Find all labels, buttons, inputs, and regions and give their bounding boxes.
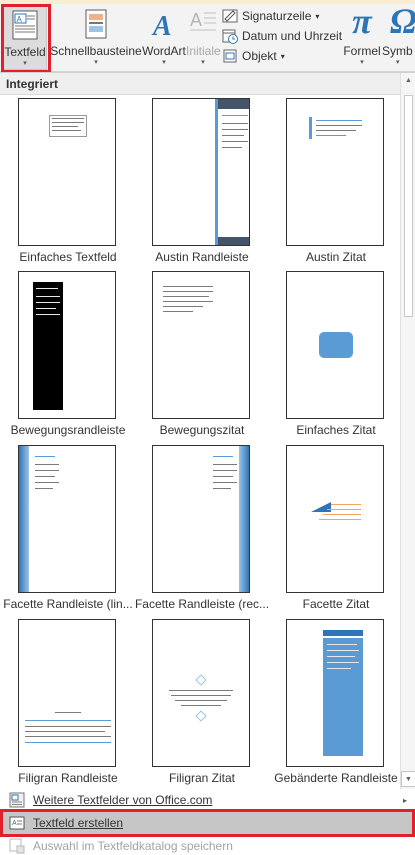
- pi-icon: π: [352, 1, 372, 41]
- thumbnail-page: [18, 445, 116, 593]
- gallery-scrollbar[interactable]: ▲ ▼: [400, 73, 415, 789]
- gallery-item-label: Facette Randleiste (rec...: [134, 597, 270, 611]
- signature-line-button[interactable]: Signaturzeile ▾: [222, 6, 319, 26]
- equation-dropdown-arrow[interactable]: ▾: [342, 58, 382, 66]
- highlight-frame-draw-textbox: [0, 809, 415, 837]
- gallery-item-facet-sidebar-left[interactable]: Facette Randleiste (lin...: [3, 445, 133, 635]
- svg-text:A: A: [190, 10, 202, 30]
- signature-line-label: Signaturzeile: [242, 9, 312, 23]
- gallery-item-label: Austin Randleiste: [155, 250, 249, 264]
- symbol-dropdown-arrow[interactable]: ▾: [396, 58, 415, 66]
- signature-line-arrow[interactable]: ▾: [315, 12, 319, 21]
- gallery-item-label: Facette Randleiste (lin...: [3, 597, 133, 611]
- insert-ribbon: A Textfeld ▾ Schnellbausteine ▾ A WordAr…: [0, 0, 415, 73]
- quick-parts-button[interactable]: Schnellbausteine ▾: [48, 6, 144, 70]
- save-selection-icon: [9, 838, 25, 854]
- gallery-item-austin-quote[interactable]: Austin Zitat: [272, 98, 400, 288]
- scroll-up-arrow-icon[interactable]: ▲: [401, 73, 415, 88]
- gallery-item-simple-quote[interactable]: Einfaches Zitat: [272, 271, 400, 461]
- svg-text:A: A: [151, 11, 172, 40]
- menu-save-selection[interactable]: Auswahl im Textfeldkatalog speichern: [0, 836, 415, 855]
- date-time-icon: [222, 28, 238, 44]
- gallery-item-motion-quote[interactable]: Bewegungszitat: [138, 271, 266, 461]
- gallery-group-header: Integriert: [0, 73, 400, 95]
- gallery-item-simple-textbox[interactable]: Einfaches Textfeld: [4, 98, 132, 288]
- gallery-item-austin-sidebar[interactable]: Austin Randleiste: [138, 98, 266, 288]
- quick-parts-dropdown-arrow[interactable]: ▾: [48, 58, 144, 66]
- highlight-frame-textbox: [1, 4, 51, 73]
- gallery-item-facet-quote[interactable]: Facette Zitat: [272, 445, 400, 635]
- gallery-item-label: Gebänderte Randleiste: [274, 771, 398, 785]
- wordart-label: WordArt: [142, 44, 186, 58]
- quick-parts-label: Schnellbausteine: [50, 44, 142, 58]
- equation-label: Formel: [343, 44, 381, 58]
- thumbnail-page: [18, 271, 116, 419]
- thumbnail-page: [286, 619, 384, 767]
- gallery-item-label: Bewegungszitat: [159, 423, 245, 437]
- symbol-label: Symb: [382, 44, 413, 58]
- thumbnail-page: [286, 98, 384, 246]
- gallery-item-label: Einfaches Zitat: [296, 423, 376, 437]
- thumbnail-page: [286, 445, 384, 593]
- gallery-item-filigree-sidebar[interactable]: Filigran Randleiste: [4, 619, 132, 809]
- gallery-item-filigree-quote[interactable]: Filigran Zitat: [138, 619, 266, 809]
- symbol-button[interactable]: Ω Symb ▾: [382, 6, 415, 70]
- date-time-button[interactable]: Datum und Uhrzeit: [222, 26, 342, 46]
- object-button[interactable]: Objekt ▾: [222, 46, 285, 66]
- gallery-item-label: Filigran Randleiste: [18, 771, 118, 785]
- dropcap-dropdown-arrow[interactable]: ▾: [186, 58, 220, 66]
- scroll-thumb[interactable]: [404, 95, 413, 317]
- gallery-item-motion-sidebar[interactable]: Bewegungsrandleiste: [4, 271, 132, 461]
- wordart-dropdown-arrow[interactable]: ▾: [140, 58, 188, 66]
- thumbnail-page: [286, 271, 384, 419]
- textbox-gallery: Integriert Einfaches Textfeld Austin Ran…: [0, 72, 415, 789]
- equation-button[interactable]: π Formel ▾: [342, 1, 382, 70]
- gallery-item-banded-sidebar[interactable]: Gebänderte Randleiste: [272, 619, 400, 809]
- gallery-item-label: Austin Zitat: [305, 250, 367, 264]
- thumbnail-page: [152, 271, 250, 419]
- scroll-down-arrow-icon[interactable]: ▼: [401, 771, 415, 787]
- office-textbox-icon: [9, 792, 25, 808]
- menu-more-textboxes-office[interactable]: Weitere Textfelder von Office.com ▸: [0, 789, 415, 811]
- dropcap-label: Initiale: [186, 44, 221, 58]
- gallery-item-label: Filigran Zitat: [168, 771, 236, 785]
- menu-save-selection-label: Auswahl im Textfeldkatalog speichern: [33, 838, 233, 853]
- gallery-item-facet-sidebar-right[interactable]: Facette Randleiste (rec...: [135, 445, 269, 635]
- omega-icon: Ω: [390, 6, 415, 41]
- dropcap-icon: A: [189, 8, 217, 43]
- gallery-item-label: Einfaches Textfeld: [19, 250, 117, 264]
- thumbnail-page: [152, 445, 250, 593]
- dropcap-button[interactable]: A Initiale ▾: [186, 6, 221, 70]
- thumbnail-page: [18, 619, 116, 767]
- thumbnail-page: [18, 98, 116, 246]
- object-label: Objekt: [242, 49, 277, 63]
- menu-more-textboxes-label: Weitere Textfelder von Office.com: [33, 793, 213, 807]
- date-time-label: Datum und Uhrzeit: [242, 29, 343, 43]
- submenu-chevron-icon: ▸: [402, 795, 407, 805]
- gallery-item-label: Facette Zitat: [302, 597, 370, 611]
- signature-line-icon: [222, 8, 238, 24]
- object-icon: [222, 48, 238, 64]
- quick-parts-icon: [83, 8, 109, 43]
- thumbnail-page: [152, 619, 250, 767]
- gallery-item-label: Bewegungsrandleiste: [10, 423, 126, 437]
- object-arrow[interactable]: ▾: [281, 52, 285, 61]
- thumbnail-page: [152, 98, 250, 246]
- wordart-icon: A: [150, 8, 178, 43]
- wordart-button[interactable]: A WordArt ▾: [140, 6, 188, 70]
